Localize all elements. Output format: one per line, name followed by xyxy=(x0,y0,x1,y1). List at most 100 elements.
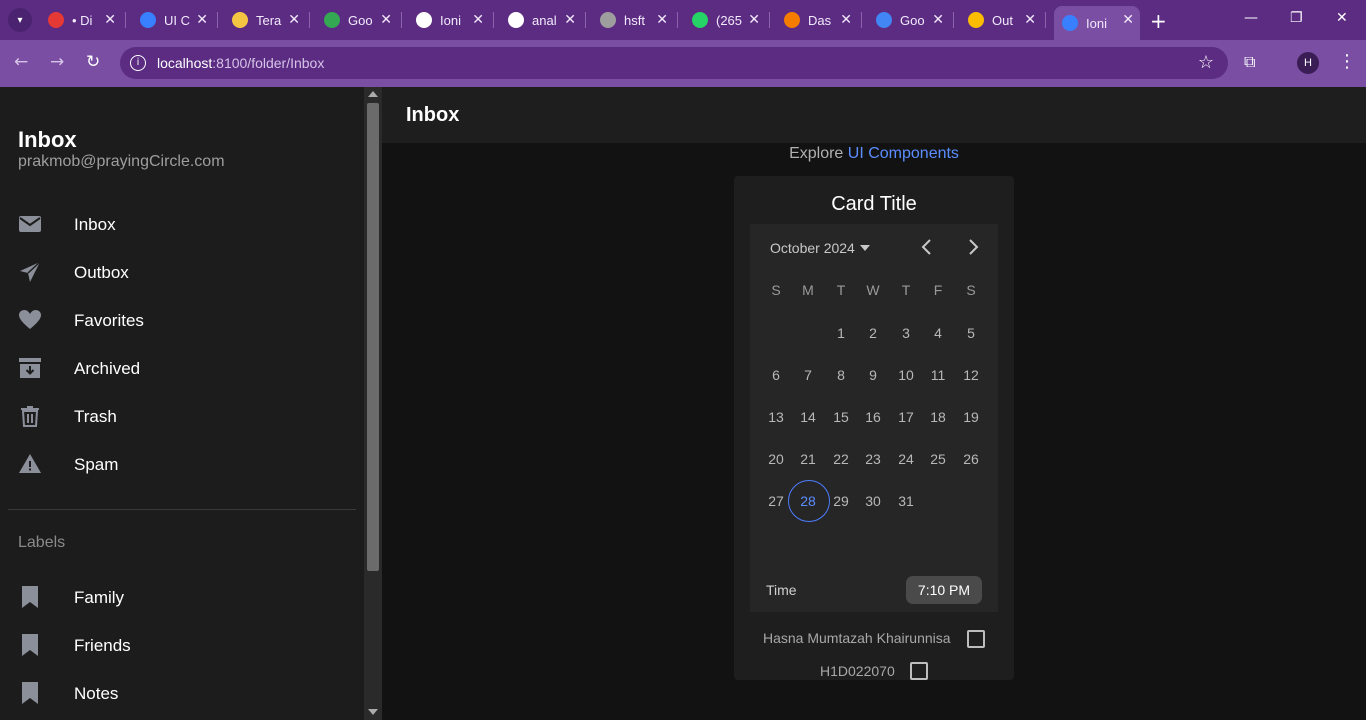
calendar-day[interactable]: 9 xyxy=(857,367,889,383)
browser-tab[interactable]: Tera ✕ xyxy=(224,6,306,34)
calendar-day[interactable]: 8 xyxy=(825,367,857,383)
label-item-notes[interactable]: Notes xyxy=(0,669,356,717)
restore-icon[interactable]: ❐ xyxy=(1290,10,1303,26)
browser-tab[interactable]: (265 ✕ xyxy=(684,6,766,34)
calendar-day[interactable]: 30 xyxy=(857,493,889,509)
calendar-day[interactable]: 1 xyxy=(825,325,857,341)
url-text[interactable]: localhost:8100/folder/Inbox xyxy=(157,55,324,71)
browser-tab[interactable]: Ioni ✕ xyxy=(408,6,490,34)
profile-avatar[interactable]: H xyxy=(1297,52,1319,74)
calendar-day[interactable]: 24 xyxy=(890,451,922,467)
calendar-day[interactable]: 7 xyxy=(792,367,824,383)
tab-close-icon[interactable]: ✕ xyxy=(380,12,392,28)
address-bar[interactable]: i localhost:8100/folder/Inbox ☆ xyxy=(120,47,1228,79)
chevron-right-icon[interactable] xyxy=(962,236,984,258)
sidebar-scrollbar[interactable] xyxy=(364,87,382,720)
menu-item-favorites[interactable]: Favorites xyxy=(0,296,356,344)
tab-search-icon[interactable]: ▾ xyxy=(8,8,32,32)
tab-close-icon[interactable]: ✕ xyxy=(840,12,852,28)
calendar-day[interactable]: 2 xyxy=(857,325,889,341)
tab-separator xyxy=(217,12,218,28)
browser-tab[interactable]: Das ✕ xyxy=(776,6,858,34)
calendar-day[interactable]: 22 xyxy=(825,451,857,467)
tab-close-icon[interactable]: ✕ xyxy=(932,12,944,28)
calendar-day[interactable]: 26 xyxy=(955,451,987,467)
browser-tab[interactable]: Out ✕ xyxy=(960,6,1042,34)
browser-tab[interactable]: UI C ✕ xyxy=(132,6,214,34)
scroll-up-arrow[interactable] xyxy=(368,91,378,97)
browser-tab[interactable]: anal ✕ xyxy=(500,6,582,34)
checkbox-nim[interactable] xyxy=(910,662,928,680)
menu-item-spam[interactable]: Spam xyxy=(0,440,356,488)
calendar-day[interactable]: 28 xyxy=(792,493,824,509)
calendar-day[interactable]: 15 xyxy=(825,409,857,425)
scroll-down-arrow[interactable] xyxy=(368,709,378,715)
calendar-day[interactable]: 31 xyxy=(890,493,922,509)
scroll-thumb[interactable] xyxy=(367,103,379,571)
tab-close-icon[interactable]: ✕ xyxy=(196,12,208,28)
calendar-day[interactable]: 6 xyxy=(760,367,792,383)
calendar-day[interactable]: 14 xyxy=(792,409,824,425)
browser-tab[interactable]: Goo ✕ xyxy=(868,6,950,34)
calendar-day[interactable]: 29 xyxy=(825,493,857,509)
menu-item-outbox[interactable]: Outbox xyxy=(0,248,356,296)
browser-tab[interactable]: • Di ✕ xyxy=(40,6,122,34)
calendar-day[interactable]: 3 xyxy=(890,325,922,341)
browser-tab[interactable]: hsft ✕ xyxy=(592,6,674,34)
calendar-day[interactable]: 18 xyxy=(922,409,954,425)
minimize-icon[interactable]: — xyxy=(1244,10,1258,26)
calendar-day[interactable]: 11 xyxy=(922,367,954,383)
label-item-family[interactable]: Family xyxy=(0,573,356,621)
tab-close-icon[interactable]: ✕ xyxy=(656,12,668,28)
tab-close-icon[interactable]: ✕ xyxy=(1024,12,1036,28)
browser-menu-icon[interactable]: ⋮ xyxy=(1338,51,1356,72)
calendar-day[interactable]: 20 xyxy=(760,451,792,467)
forward-icon[interactable]: → xyxy=(50,52,64,72)
extensions-icon[interactable]: ⧉ xyxy=(1244,52,1255,72)
site-info-icon[interactable]: i xyxy=(130,55,146,71)
calendar-day[interactable]: 10 xyxy=(890,367,922,383)
browser-tab[interactable]: Ioni ✕ xyxy=(1054,6,1140,40)
calendar-day[interactable]: 13 xyxy=(760,409,792,425)
tab-title: • Di xyxy=(72,12,93,28)
calendar-day[interactable]: 12 xyxy=(955,367,987,383)
checkbox-name[interactable] xyxy=(967,630,985,648)
tab-close-icon[interactable]: ✕ xyxy=(104,12,116,28)
window-close-icon[interactable]: ✕ xyxy=(1336,10,1348,26)
calendar-day[interactable]: 23 xyxy=(857,451,889,467)
browser-tab[interactable]: Goo ✕ xyxy=(316,6,398,34)
calendar-day[interactable]: 4 xyxy=(922,325,954,341)
tab-separator xyxy=(861,12,862,28)
time-button[interactable]: 7:10 PM xyxy=(906,576,982,604)
back-icon[interactable]: ← xyxy=(14,52,28,72)
tab-close-icon[interactable]: ✕ xyxy=(288,12,300,28)
tab-close-icon[interactable]: ✕ xyxy=(564,12,576,28)
calendar-day[interactable]: 16 xyxy=(857,409,889,425)
calendar-day[interactable]: 5 xyxy=(955,325,987,341)
reload-icon[interactable]: ↻ xyxy=(86,52,100,72)
weekday-label: S xyxy=(966,282,976,298)
menu-item-inbox[interactable]: Inbox xyxy=(0,200,356,248)
tab-close-icon[interactable]: ✕ xyxy=(1122,12,1134,28)
archive-icon xyxy=(18,356,42,380)
tab-close-icon[interactable]: ✕ xyxy=(472,12,484,28)
month-year-button[interactable]: October 2024 xyxy=(770,240,855,256)
tab-separator xyxy=(493,12,494,28)
menu-item-archived[interactable]: Archived xyxy=(0,344,356,392)
bookmark-star-icon[interactable]: ☆ xyxy=(1198,52,1214,73)
chevron-left-icon[interactable] xyxy=(916,236,938,258)
caret-down-icon[interactable] xyxy=(860,245,870,251)
tab-close-icon[interactable]: ✕ xyxy=(748,12,760,28)
explore-prefix: Explore xyxy=(789,145,844,162)
new-tab-icon[interactable]: + xyxy=(1150,9,1167,33)
calendar-day[interactable]: 17 xyxy=(890,409,922,425)
ui-components-link[interactable]: UI Components xyxy=(848,145,959,162)
calendar-day[interactable]: 21 xyxy=(792,451,824,467)
calendar-day[interactable]: 27 xyxy=(760,493,792,509)
calendar-day[interactable]: 19 xyxy=(955,409,987,425)
menu-item-trash[interactable]: Trash xyxy=(0,392,356,440)
calendar-day[interactable]: 25 xyxy=(922,451,954,467)
url-host: localhost xyxy=(157,55,213,71)
tab-title: hsft xyxy=(624,12,645,28)
label-item-friends[interactable]: Friends xyxy=(0,621,356,669)
